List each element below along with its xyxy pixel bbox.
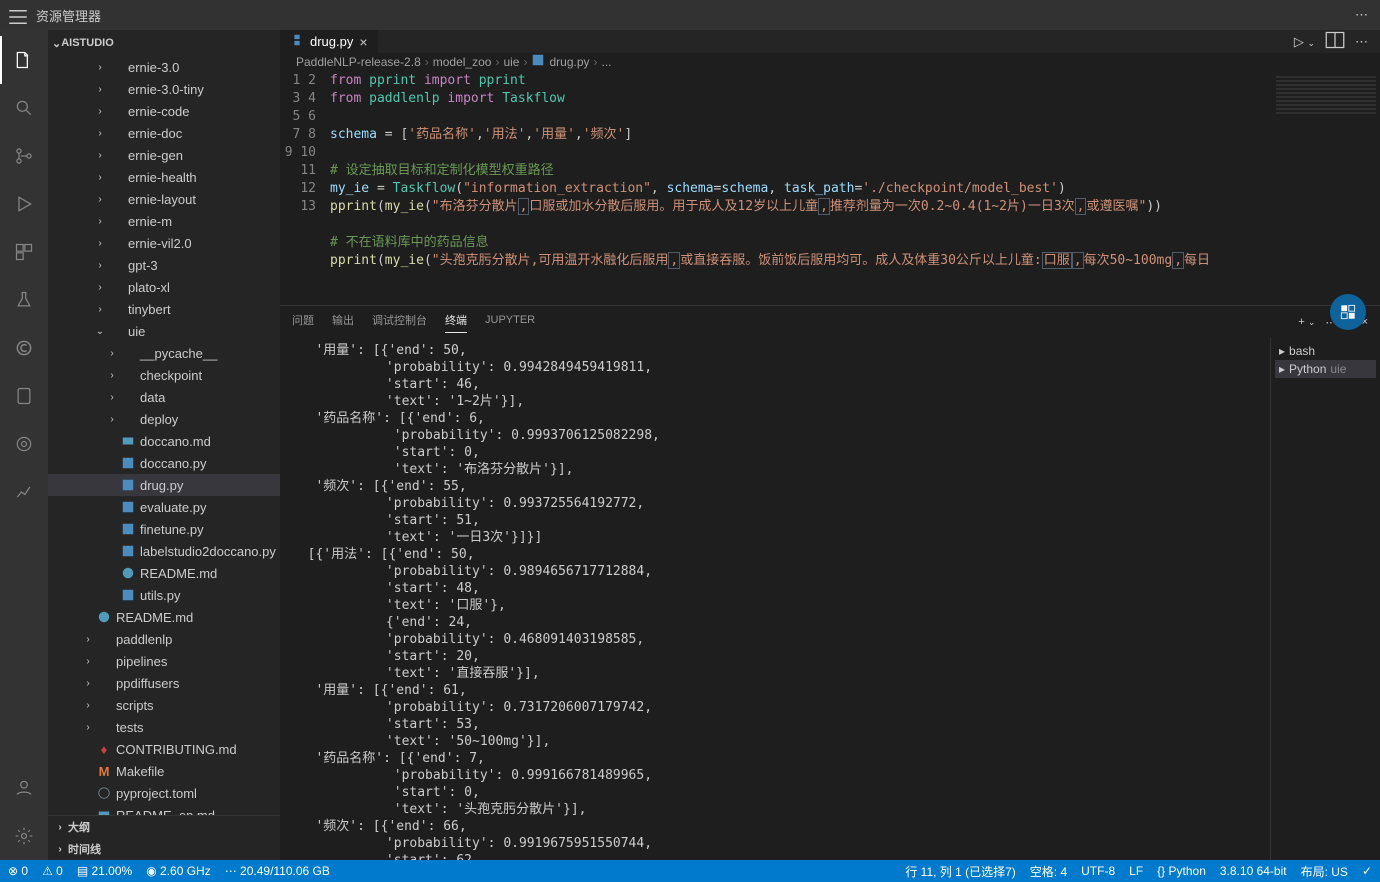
status-item[interactable]: 3.8.10 64-bit xyxy=(1220,863,1287,880)
beaker-icon[interactable] xyxy=(0,276,48,324)
tree-item[interactable]: ›gpt-3 xyxy=(48,254,280,276)
search-icon[interactable] xyxy=(0,84,48,132)
tree-item[interactable]: ›ppdiffusers xyxy=(48,672,280,694)
tree-item[interactable]: ›scripts xyxy=(48,694,280,716)
terminal[interactable]: '用量': [{'end': 50, 'probability': 0.9942… xyxy=(280,338,1270,860)
tree-item[interactable]: doccano.py xyxy=(48,452,280,474)
editor-tabs: drug.py × ▷ ⌄ ⋯ xyxy=(280,30,1380,53)
account-icon[interactable] xyxy=(0,764,48,812)
titlebar-more-icon[interactable]: ⋯ xyxy=(1351,7,1372,23)
tree-item[interactable]: ›ernie-3.0 xyxy=(48,56,280,78)
chevron-down-icon: ⌄ xyxy=(52,37,61,50)
code-editor[interactable]: from pprint import pprint from paddlenlp… xyxy=(330,70,1260,305)
tree-item[interactable]: ›ernie-vil2.0 xyxy=(48,232,280,254)
status-item[interactable]: LF xyxy=(1129,863,1143,880)
tree-item[interactable]: ›paddlenlp xyxy=(48,628,280,650)
file-tree: ›ernie-3.0›ernie-3.0-tiny›ernie-code›ern… xyxy=(48,56,280,815)
explorer-title: 资源管理器 xyxy=(36,6,1351,25)
panel-tab[interactable]: 调试控制台 xyxy=(372,312,427,332)
status-item[interactable]: ⚠ 0 xyxy=(42,864,63,878)
terminal-list: ▸bash▸Python uie xyxy=(1270,338,1380,860)
status-item[interactable]: UTF-8 xyxy=(1081,863,1115,880)
run-debug-icon[interactable] xyxy=(0,180,48,228)
new-terminal-icon[interactable]: + ⌄ xyxy=(1298,316,1315,329)
tree-item[interactable]: ›pipelines xyxy=(48,650,280,672)
status-item[interactable]: ⊗ 0 xyxy=(8,864,28,878)
minimap[interactable] xyxy=(1260,70,1380,305)
status-item[interactable]: {} Python xyxy=(1157,863,1206,880)
settings-icon[interactable] xyxy=(0,812,48,860)
sidebar-section-header[interactable]: ⌄ AISTUDIO xyxy=(48,32,280,54)
tree-item[interactable]: evaluate.py xyxy=(48,496,280,518)
status-item[interactable]: 空格: 4 xyxy=(1030,863,1067,880)
status-item[interactable]: 布局: US xyxy=(1301,863,1348,880)
tree-item[interactable]: README.md xyxy=(48,562,280,584)
status-item[interactable]: ▤ 21.00% xyxy=(77,864,132,878)
menu-icon[interactable] xyxy=(8,7,24,23)
tree-item[interactable]: ›tests xyxy=(48,716,280,738)
tree-item[interactable]: ›ernie-health xyxy=(48,166,280,188)
tree-item[interactable]: ›checkpoint xyxy=(48,364,280,386)
tree-item[interactable]: ›deploy xyxy=(48,408,280,430)
python-icon xyxy=(290,33,304,50)
tree-item[interactable]: ›tinybert xyxy=(48,298,280,320)
tree-item[interactable]: ›data xyxy=(48,386,280,408)
panel-tab[interactable]: 终端 xyxy=(445,312,467,333)
split-editor-icon[interactable] xyxy=(1325,30,1345,53)
tree-item[interactable]: ›ernie-gen xyxy=(48,144,280,166)
tree-item[interactable]: finetune.py xyxy=(48,518,280,540)
tree-item[interactable]: ›ernie-m xyxy=(48,210,280,232)
tree-item[interactable]: MMakefile xyxy=(48,760,280,782)
tree-item[interactable]: README_en.md xyxy=(48,804,280,815)
status-item[interactable]: ◉ 2.60 GHz xyxy=(146,864,211,878)
sidebar-section-collapsed[interactable]: ›时间线 xyxy=(48,838,280,860)
tree-item[interactable]: labelstudio2doccano.py xyxy=(48,540,280,562)
tree-item[interactable]: ›__pycache__ xyxy=(48,342,280,364)
tree-item[interactable]: ›ernie-layout xyxy=(48,188,280,210)
tree-item[interactable]: utils.py xyxy=(48,584,280,606)
tab-drug-py[interactable]: drug.py × xyxy=(280,30,379,53)
tree-item[interactable]: drug.py xyxy=(48,474,280,496)
run-icon[interactable]: ▷ ⌄ xyxy=(1294,34,1315,50)
sidebar-section-collapsed[interactable]: ›大纲 xyxy=(48,816,280,838)
tree-item[interactable]: README.md xyxy=(48,606,280,628)
tree-item[interactable]: ›ernie-doc xyxy=(48,122,280,144)
status-item[interactable]: ✓ xyxy=(1362,863,1372,880)
close-icon[interactable]: × xyxy=(359,34,367,50)
target-icon[interactable] xyxy=(0,420,48,468)
tree-item[interactable]: doccano.md xyxy=(48,430,280,452)
extensions-icon[interactable] xyxy=(0,228,48,276)
line-gutter: 1 2 3 4 5 6 7 8 9 10 11 12 13 xyxy=(280,70,330,305)
breadcrumb[interactable]: PaddleNLP-release-2.8›model_zoo›uie›drug… xyxy=(280,53,1380,70)
tree-item[interactable]: ⌄uie xyxy=(48,320,280,342)
activity-bar xyxy=(0,30,48,860)
tree-item[interactable]: ♦CONTRIBUTING.md xyxy=(48,738,280,760)
codicon-c-icon[interactable] xyxy=(0,324,48,372)
status-item[interactable]: 行 11, 列 1 (已选择7) xyxy=(905,863,1015,880)
tree-item[interactable]: ›plato-xl xyxy=(48,276,280,298)
tree-item[interactable]: pyproject.toml xyxy=(48,782,280,804)
chart-icon[interactable] xyxy=(0,468,48,516)
panel-tab[interactable]: 问题 xyxy=(292,312,314,332)
status-bar: ⊗ 0 ⚠ 0 ▤ 21.00% ◉ 2.60 GHz ⋯ 20.49/110.06 G… xyxy=(0,860,1380,882)
source-control-icon[interactable] xyxy=(0,132,48,180)
panel-tab[interactable]: JUPYTER xyxy=(485,314,535,330)
tree-item[interactable]: ›ernie-code xyxy=(48,100,280,122)
tree-item[interactable]: ›ernie-3.0-tiny xyxy=(48,78,280,100)
copilot-button[interactable] xyxy=(1330,294,1366,330)
status-item[interactable]: ⋯ 20.49/110.06 GB xyxy=(225,864,330,878)
terminal-instance[interactable]: ▸bash xyxy=(1275,342,1376,360)
editor-more-icon[interactable]: ⋯ xyxy=(1355,34,1368,50)
panel-tab[interactable]: 输出 xyxy=(332,312,354,332)
explorer-icon[interactable] xyxy=(0,36,48,84)
terminal-instance[interactable]: ▸Python uie xyxy=(1275,360,1376,378)
panel-tabs: 问题输出调试控制台终端JUPYTER + ⌄ ⋯ ^ × xyxy=(280,306,1380,338)
notebook-icon[interactable] xyxy=(0,372,48,420)
